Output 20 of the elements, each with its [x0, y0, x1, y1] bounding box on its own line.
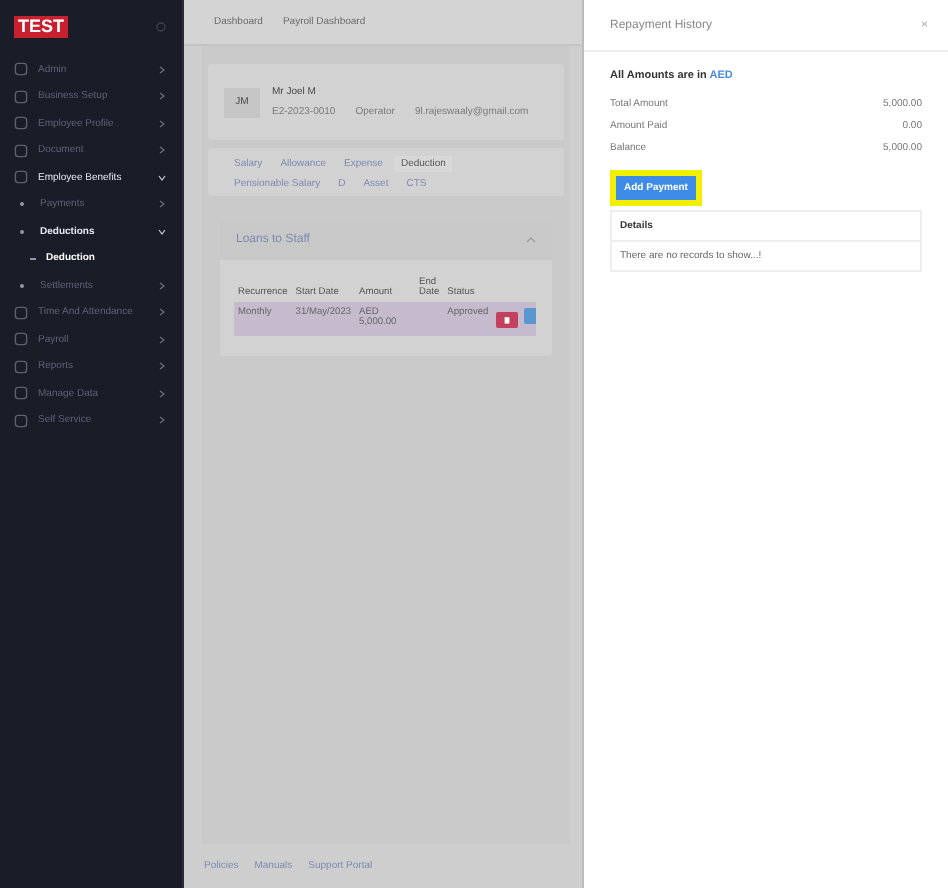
- chevron-up-icon[interactable]: [526, 236, 536, 244]
- chevron-right-icon: [158, 308, 166, 317]
- chevron-right-icon: [158, 200, 166, 209]
- chevron-down-icon: [158, 227, 166, 236]
- chevron-right-icon: [158, 119, 166, 128]
- dash-icon: [30, 257, 36, 260]
- logo: TEST: [14, 15, 69, 37]
- chevron-right-icon: [158, 92, 166, 101]
- chevron-right-icon: [158, 416, 166, 425]
- chevron-right-icon: [158, 335, 166, 344]
- edit-button[interactable]: [524, 308, 537, 324]
- collapse-icon: [156, 21, 166, 31]
- chevron-right-icon: [158, 281, 166, 290]
- chevron-right-icon: [158, 146, 166, 155]
- delete-button[interactable]: [496, 312, 519, 328]
- chevron-right-icon: [158, 362, 166, 371]
- trash-icon: [504, 316, 511, 324]
- chevron-down-icon: [158, 173, 166, 182]
- chevron-right-icon: [158, 65, 166, 74]
- chevron-right-icon: [158, 389, 166, 398]
